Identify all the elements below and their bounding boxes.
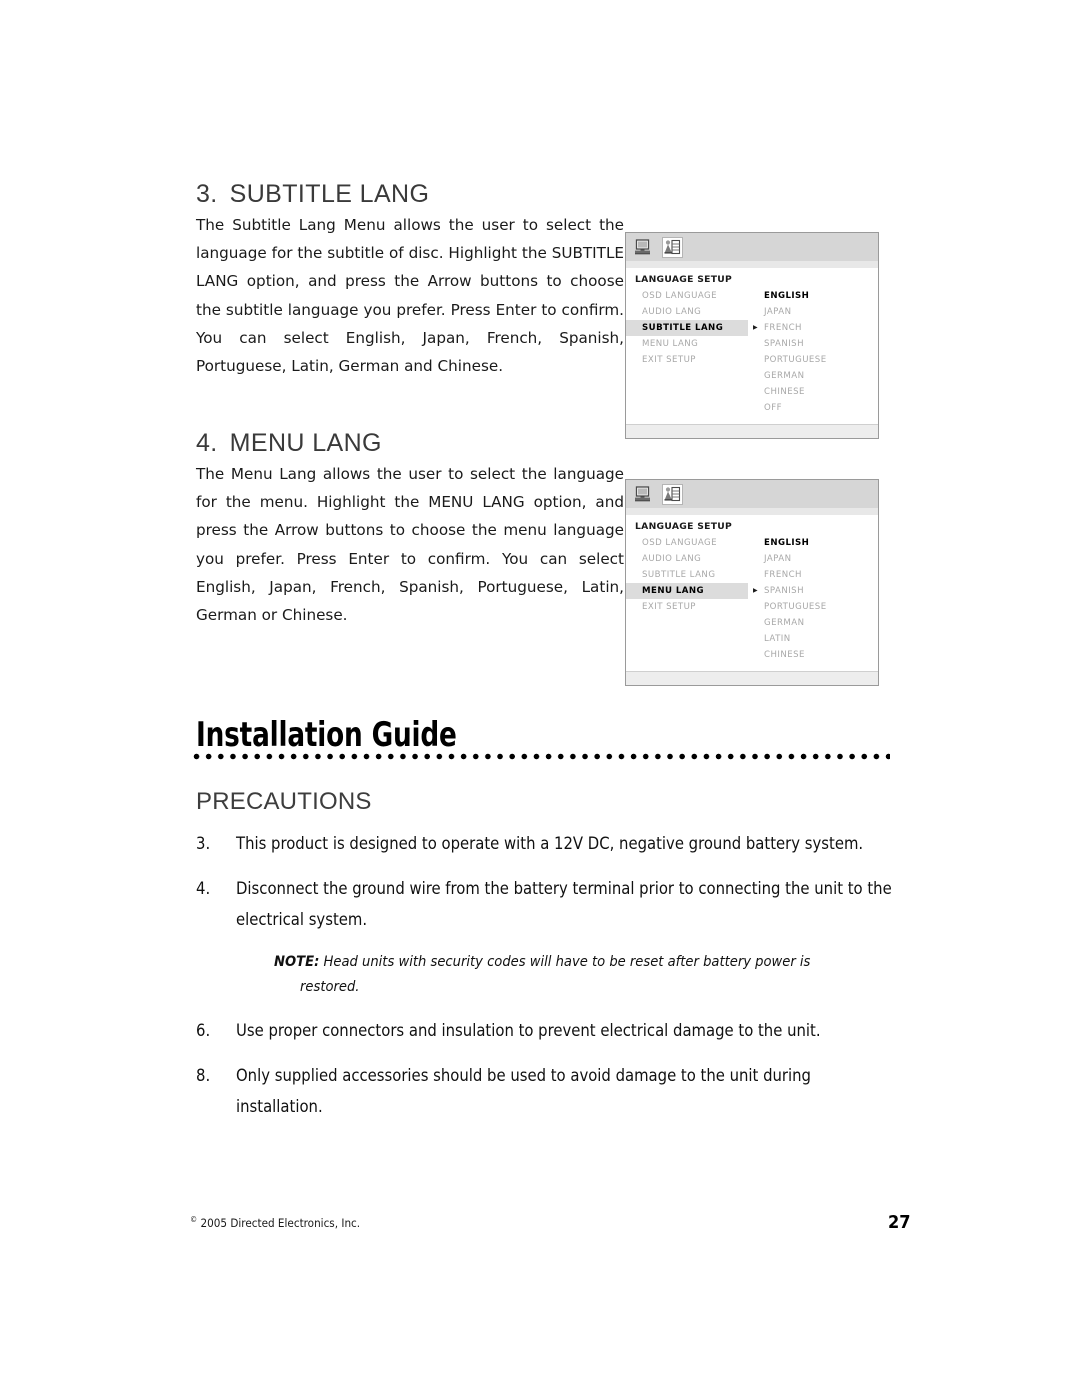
section-title-text: MENU LANG bbox=[229, 429, 382, 457]
precaution-text: Disconnect the ground wire from the batt… bbox=[236, 879, 892, 929]
section-body-subtitle-lang: The Subtitle Lang Menu allows the user t… bbox=[196, 216, 624, 376]
precautions-heading: PRECAUTIONS bbox=[196, 788, 372, 815]
precaution-number: 3. bbox=[196, 834, 211, 853]
display-setup-icon[interactable] bbox=[662, 483, 683, 505]
osd-menu-list: OSD LANGUAGE AUDIO LANG SUBTITLE LANG ME… bbox=[626, 535, 748, 663]
precaution-number: 8. bbox=[196, 1066, 211, 1085]
osd-body: LANGUAGE SETUP OSD LANGUAGE AUDIO LANG S… bbox=[626, 515, 878, 671]
osd-menu-item[interactable]: EXIT SETUP bbox=[626, 599, 748, 615]
precaution-text: This product is designed to operate with… bbox=[236, 834, 864, 853]
osd-option[interactable]: CHINESE bbox=[754, 647, 878, 663]
osd-option[interactable]: PORTUGUESE bbox=[754, 599, 878, 615]
osd-option[interactable]: ENGLISH bbox=[754, 535, 878, 551]
osd-option-list: ENGLISH JAPAN FRENCH SPANISH PORTUGUESE … bbox=[748, 535, 878, 663]
osd-footer-bar bbox=[626, 424, 878, 438]
osd-option[interactable]: JAPAN bbox=[754, 304, 878, 320]
osd-option[interactable]: JAPAN bbox=[754, 551, 878, 567]
precaution-text: Only supplied accessories should be used… bbox=[236, 1066, 811, 1116]
osd-option[interactable]: LATIN bbox=[754, 631, 878, 647]
precaution-item: 3. This product is designed to operate w… bbox=[196, 828, 892, 859]
guide-title: Installation Guide bbox=[196, 715, 457, 755]
footer-copyright: © 2005 Directed Electronics, Inc. bbox=[190, 1215, 360, 1230]
osd-option[interactable]: FRENCH bbox=[754, 567, 878, 583]
note-line-1: Head units with security codes will have… bbox=[323, 953, 811, 970]
osd-option[interactable]: PORTUGUESE bbox=[754, 352, 878, 368]
monitor-icon[interactable] bbox=[634, 238, 653, 257]
note-label: NOTE: bbox=[274, 953, 320, 970]
precaution-number: 6. bbox=[196, 1021, 211, 1040]
footer-copyright-text: 2005 Directed Electronics, Inc. bbox=[197, 1215, 361, 1230]
osd-menu-item[interactable]: OSD LANGUAGE bbox=[626, 535, 748, 551]
precaution-item: 8. Only supplied accessories should be u… bbox=[196, 1060, 892, 1122]
precaution-text: Use proper connectors and insulation to … bbox=[236, 1021, 821, 1040]
section-number: 3. bbox=[196, 180, 218, 208]
precautions-list: 3. This product is designed to operate w… bbox=[196, 828, 892, 1136]
osd-menu-item-selected[interactable]: SUBTITLE LANG bbox=[626, 320, 748, 336]
osd-footer-bar bbox=[626, 671, 878, 685]
osd-menu-item[interactable]: AUDIO LANG bbox=[626, 551, 748, 567]
osd-columns: OSD LANGUAGE AUDIO LANG SUBTITLE LANG ME… bbox=[626, 535, 878, 663]
monitor-icon[interactable] bbox=[634, 485, 653, 504]
osd-option[interactable]: SPANISH bbox=[754, 336, 878, 352]
section-body-menu-lang: The Menu Lang allows the user to select … bbox=[196, 465, 624, 625]
page-number: 27 bbox=[888, 1212, 911, 1233]
section-title-subtitle-lang: 3. SUBTITLE LANG bbox=[196, 180, 429, 209]
display-setup-icon[interactable] bbox=[662, 236, 683, 258]
osd-menu-item[interactable]: OSD LANGUAGE bbox=[626, 288, 748, 304]
osd-tab-bar bbox=[626, 233, 878, 261]
osd-option[interactable]: GERMAN bbox=[754, 615, 878, 631]
osd-option[interactable]: CHINESE bbox=[754, 384, 878, 400]
note-line-2: restored. bbox=[300, 978, 360, 995]
osd-panel-subtitle-lang: LANGUAGE SETUP OSD LANGUAGE AUDIO LANG S… bbox=[625, 232, 879, 439]
note-block: NOTE: Head units with security codes wil… bbox=[196, 949, 892, 999]
osd-option[interactable]: GERMAN bbox=[754, 368, 878, 384]
osd-option[interactable]: OFF bbox=[754, 400, 878, 416]
osd-body: LANGUAGE SETUP OSD LANGUAGE AUDIO LANG S… bbox=[626, 268, 878, 424]
osd-option-cursor[interactable]: FRENCH bbox=[753, 320, 878, 336]
osd-option-list: ENGLISH JAPAN FRENCH SPANISH PORTUGUESE … bbox=[748, 288, 878, 416]
section-title-menu-lang: 4. MENU LANG bbox=[196, 429, 382, 458]
precaution-item: 6. Use proper connectors and insulation … bbox=[196, 1015, 892, 1046]
dotted-rule bbox=[193, 753, 890, 760]
osd-tab-bar bbox=[626, 480, 878, 508]
osd-columns: OSD LANGUAGE AUDIO LANG SUBTITLE LANG ME… bbox=[626, 288, 878, 416]
osd-menu-item[interactable]: MENU LANG bbox=[626, 336, 748, 352]
osd-option-cursor[interactable]: SPANISH bbox=[753, 583, 878, 599]
section-number: 4. bbox=[196, 429, 218, 457]
osd-menu-item-selected[interactable]: MENU LANG bbox=[626, 583, 748, 599]
osd-tab-underbar bbox=[626, 261, 878, 268]
osd-menu-item[interactable]: SUBTITLE LANG bbox=[626, 567, 748, 583]
osd-menu-list: OSD LANGUAGE AUDIO LANG SUBTITLE LANG ME… bbox=[626, 288, 748, 416]
osd-heading: LANGUAGE SETUP bbox=[635, 521, 733, 532]
precaution-item: 4. Disconnect the ground wire from the b… bbox=[196, 873, 892, 935]
section-title-text: SUBTITLE LANG bbox=[229, 180, 430, 208]
document-page: 3. SUBTITLE LANG The Subtitle Lang Menu a… bbox=[0, 0, 1080, 1397]
osd-option[interactable]: ENGLISH bbox=[754, 288, 878, 304]
precaution-number: 4. bbox=[196, 879, 211, 898]
osd-menu-item[interactable]: AUDIO LANG bbox=[626, 304, 748, 320]
osd-heading: LANGUAGE SETUP bbox=[635, 274, 733, 285]
osd-panel-menu-lang: LANGUAGE SETUP OSD LANGUAGE AUDIO LANG S… bbox=[625, 479, 879, 686]
osd-tab-underbar bbox=[626, 508, 878, 515]
osd-menu-item[interactable]: EXIT SETUP bbox=[626, 352, 748, 368]
